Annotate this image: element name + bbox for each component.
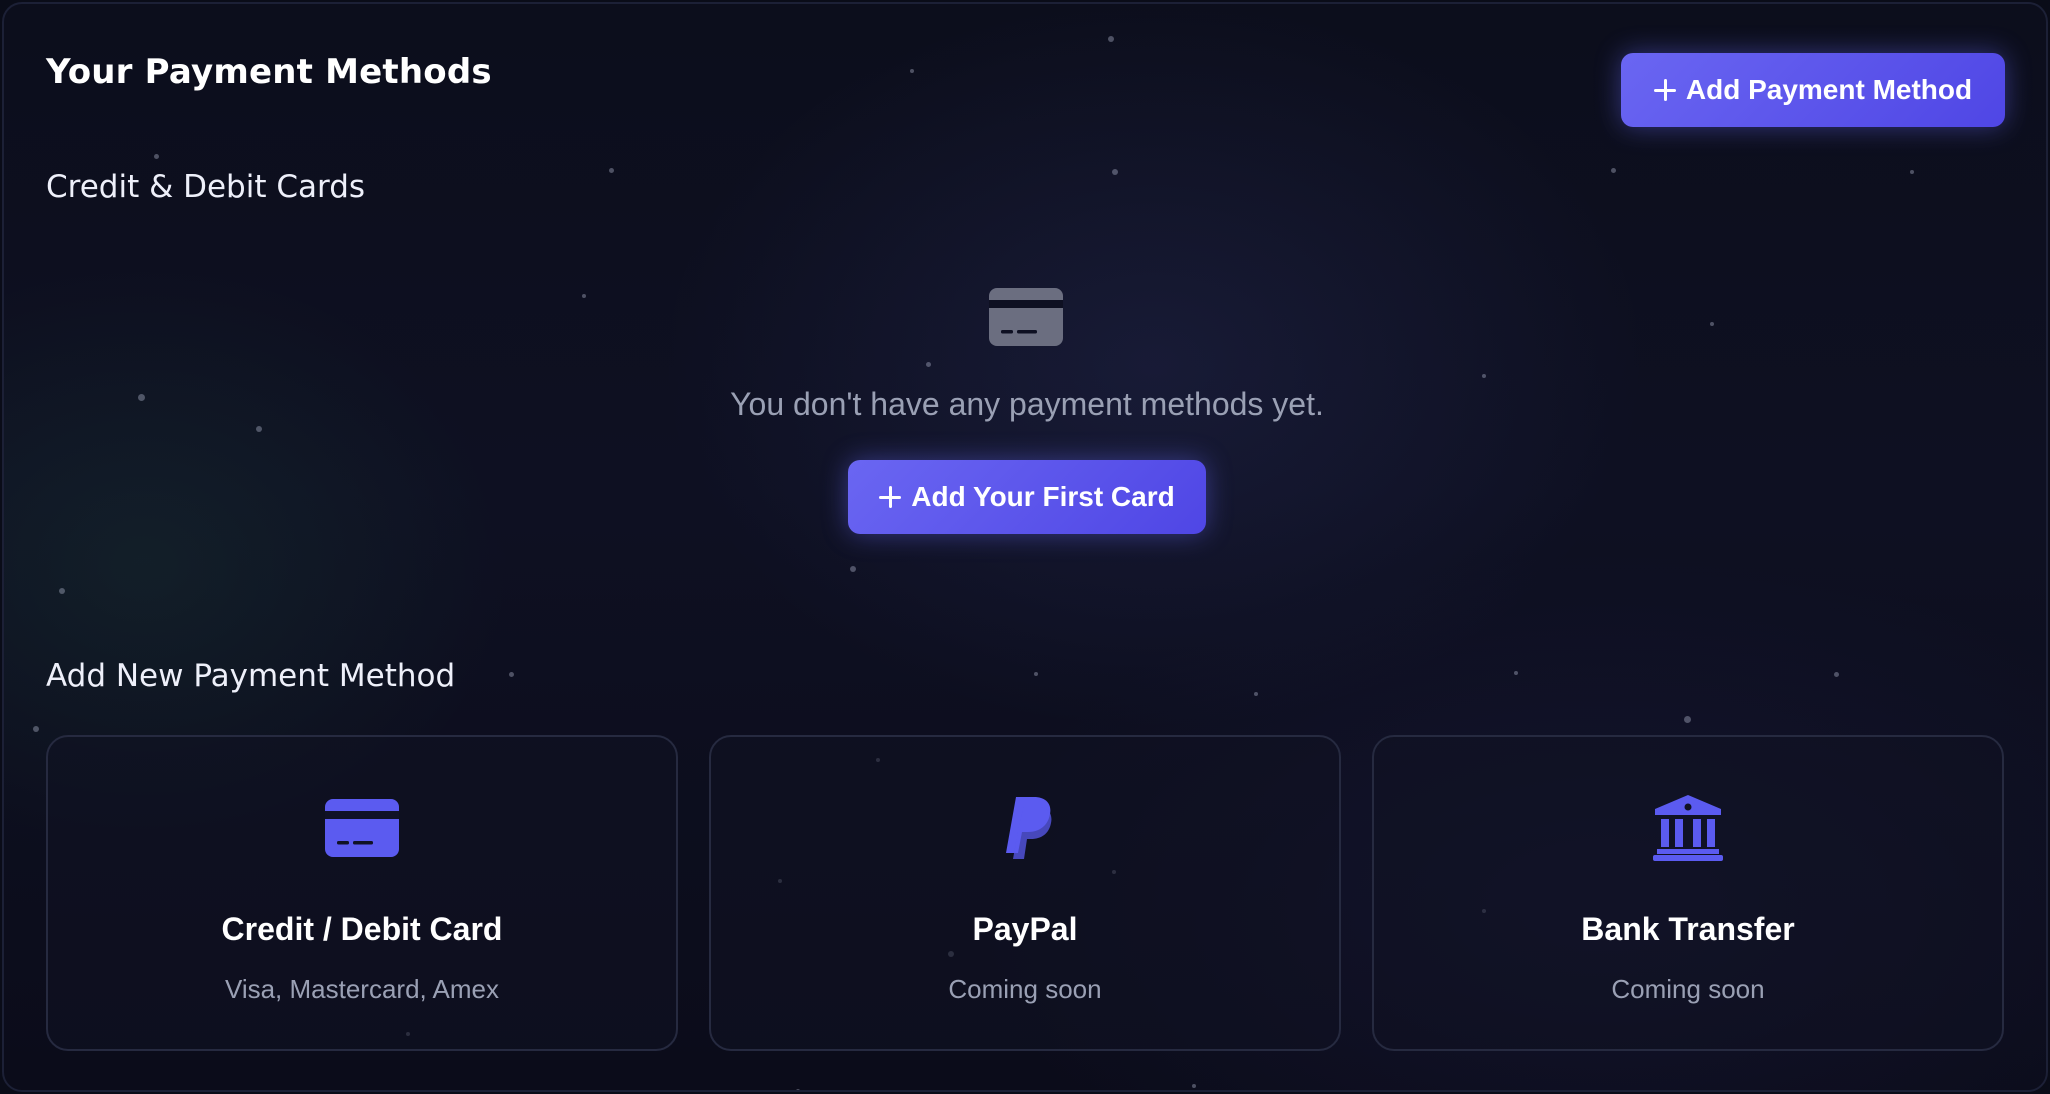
plus-icon bbox=[1653, 79, 1676, 101]
cards-section-heading: Credit & Debit Cards bbox=[46, 169, 366, 205]
paypal-icon bbox=[1006, 797, 1052, 859]
add-payment-method-button[interactable]: Add Payment Method bbox=[1621, 53, 2005, 127]
option-title: Credit / Debit Card bbox=[221, 911, 503, 947]
empty-state-message: You don't have any payment methods yet. bbox=[730, 386, 1324, 422]
option-subtitle: Coming soon bbox=[948, 974, 1102, 1004]
option-bank-transfer[interactable]: Bank Transfer Coming soon bbox=[1372, 735, 2004, 1051]
credit-card-icon bbox=[325, 799, 399, 857]
add-first-card-label: Add Your First Card bbox=[911, 481, 1175, 512]
option-credit-debit-card[interactable]: Credit / Debit Card Visa, Mastercard, Am… bbox=[46, 735, 678, 1051]
new-method-section-heading: Add New Payment Method bbox=[46, 658, 456, 694]
add-payment-method-label: Add Payment Method bbox=[1685, 74, 1973, 105]
bank-icon bbox=[1653, 795, 1723, 861]
plus-icon bbox=[879, 486, 902, 508]
option-subtitle: Coming soon bbox=[1611, 974, 1765, 1004]
page-title: Your Payment Methods bbox=[46, 52, 492, 92]
option-title: Bank Transfer bbox=[1581, 911, 1795, 947]
option-subtitle: Visa, Mastercard, Amex bbox=[224, 974, 500, 1004]
add-first-card-button[interactable]: Add Your First Card bbox=[848, 460, 1206, 534]
option-paypal[interactable]: PayPal Coming soon bbox=[709, 735, 1341, 1051]
payment-methods-panel: Your Payment Methods Add Payment Method … bbox=[2, 2, 2048, 1092]
option-title: PayPal bbox=[972, 911, 1078, 947]
credit-card-icon bbox=[989, 288, 1063, 346]
